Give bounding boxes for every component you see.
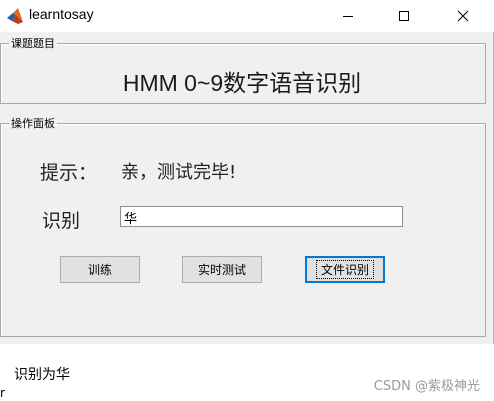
window-title: learntosay [29,6,94,22]
train-button[interactable]: 训练 [60,256,140,283]
console-edge-text: r [0,386,5,400]
hint-label: 提示： [40,162,98,184]
title-panel-legend: 课题题目 [11,37,55,50]
minimize-icon [343,16,353,17]
realtime-test-button[interactable]: 实时测试 [182,256,262,283]
console-output: 识别为华 [14,367,70,383]
matlab-icon [7,8,23,24]
minimize-button[interactable] [325,0,371,32]
close-icon [457,10,469,22]
maximize-button[interactable] [381,0,427,32]
watermark: CSDN @紫极神光 [373,379,480,394]
title-bar[interactable]: learntosay [0,0,494,32]
file-recognition-label: 文件识别 [315,260,374,279]
hint-text: 亲，测试完毕! [121,162,237,183]
file-recognition-button[interactable]: 文件识别 [305,256,385,283]
recognition-label: 识别 [42,210,81,232]
page-title: HMM 0~9数字语音识别 [122,70,362,96]
recognition-result-field[interactable]: 华 [120,206,403,227]
app-window: learntosay 课题题目 HMM 0~9数字语音识别 操作面板 提示： 亲… [0,0,494,344]
operations-panel-legend: 操作面板 [11,117,55,130]
close-button[interactable] [440,0,486,32]
maximize-icon [399,11,409,21]
